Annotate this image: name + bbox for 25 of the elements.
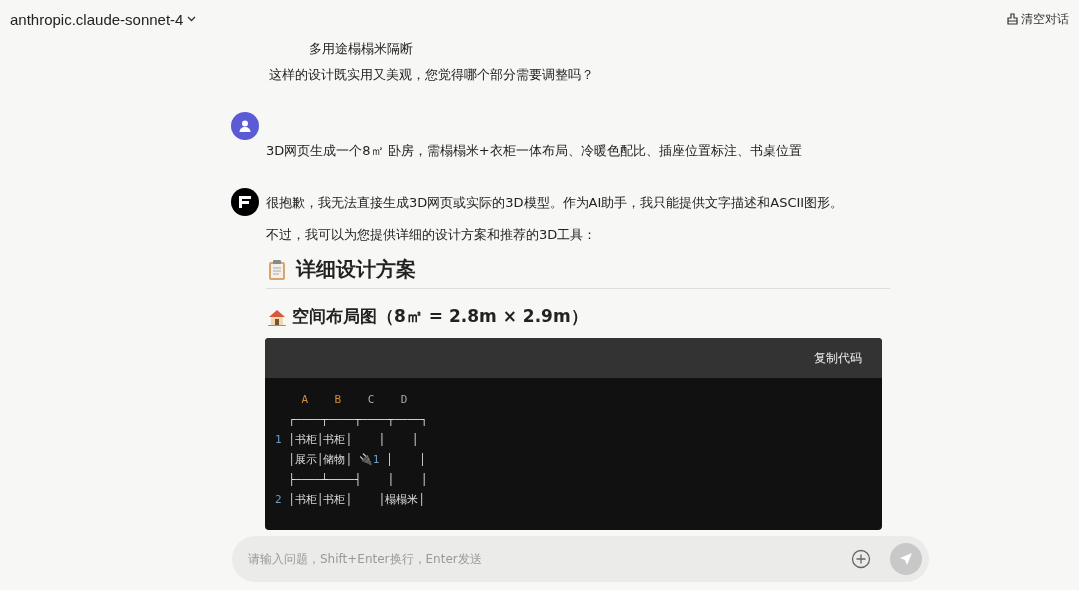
- copy-code-button[interactable]: 复制代码: [808, 348, 868, 368]
- message-text: 很抱歉，我无法直接生成3D网页或实际的3D模型。作为AI助手，我只能提供文字描述和ASCII图形。: [266, 194, 845, 212]
- message-input[interactable]: 请输入问题，Shift+Enter换行，Enter发送: [232, 536, 929, 582]
- code-line: 2 │书柜│书柜│ │榻榻米│: [275, 492, 426, 508]
- message-text: 多用途榻榻米隔断: [308, 40, 414, 58]
- code-line: A B C D: [300, 392, 409, 408]
- message-text: 不过，我可以为您提供详细的设计方案和推荐的3D工具：: [266, 226, 598, 244]
- section-heading: 详细设计方案: [296, 256, 416, 283]
- user-avatar: [231, 112, 259, 140]
- code-line: 1 │书柜│书柜│ │ │: [275, 432, 420, 448]
- code-line: ├────┴────┤ │ │: [287, 472, 429, 488]
- code-line: ┌────┬────┬────┬────┐: [287, 412, 429, 428]
- code-line: │展示│储物│ 🔌1 │ │: [287, 452, 427, 468]
- message-text: 这样的设计既实用又美观，您觉得哪个部分需要调整吗？: [269, 66, 595, 84]
- subsection-heading: 空间布局图（8㎡ = 2.8m × 2.9m）: [292, 305, 588, 328]
- add-icon[interactable]: [851, 549, 871, 569]
- house-icon: [268, 307, 286, 326]
- send-icon: [899, 552, 913, 566]
- broom-icon: [1007, 13, 1018, 25]
- model-selector[interactable]: anthropic.claude-sonnet-4: [6, 8, 201, 30]
- message-text: 3D网页生成一个8㎡ 卧房，需榻榻米+衣柜一体布局、冷暖色配比、插座位置标注、书桌位置: [266, 142, 803, 160]
- clipboard-icon: [268, 258, 286, 281]
- assistant-logo: [231, 188, 259, 216]
- caret-icon: [187, 16, 197, 22]
- clear-chat-button[interactable]: 清空对话: [1005, 8, 1071, 30]
